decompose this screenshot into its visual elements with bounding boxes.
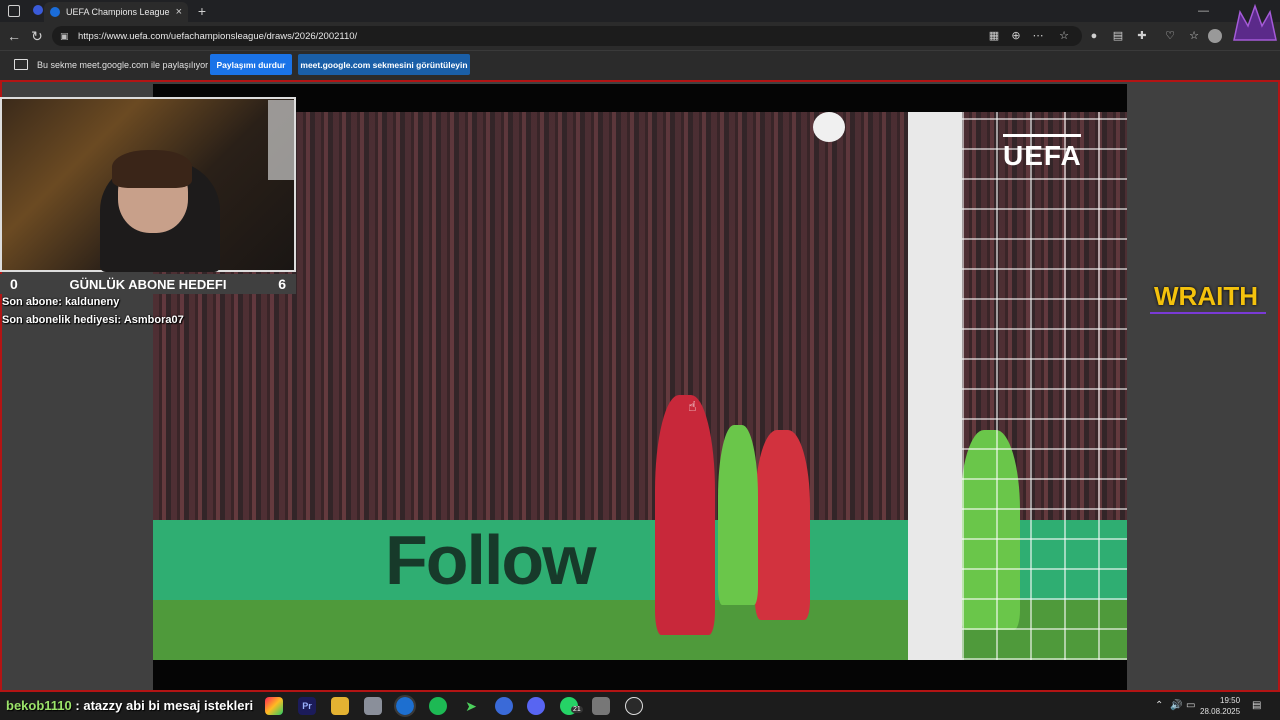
chat-username: bekob1110 [6,698,72,713]
spotify-icon[interactable] [429,697,447,715]
url-text[interactable]: https://www.uefa.com/uefachampionsleague… [78,31,357,42]
player-red-2 [755,430,810,620]
address-bar[interactable]: ▣ https://www.uefa.com/uefachampionsleag… [52,26,1082,46]
edge-icon[interactable] [394,695,416,717]
tray-chevron-icon[interactable]: ⌃ [1155,700,1163,711]
lock-icon: ▣ [60,31,69,41]
notifications-icon[interactable]: ▤ [1252,700,1261,711]
whatsapp-badge: 21 [571,706,583,713]
player-green [718,425,758,605]
obs-icon[interactable] [625,697,643,715]
tab-strip [0,0,1280,22]
extension-icon[interactable]: ▤ [1110,28,1126,44]
advertising-board-text: Follow [385,521,597,599]
sub-goal-bar: 0 GÜNLÜK ABONE HEDEFI 6 [0,274,296,294]
sub-goal-label: GÜNLÜK ABONE HEDEFI [69,276,227,292]
back-arrow-icon[interactable]: ← [6,28,22,44]
sub-goal-target: 6 [278,276,286,292]
streamer-hair [112,150,192,188]
tab-actions-icon[interactable] [8,5,20,17]
close-tab-icon[interactable]: × [176,6,182,18]
last-subscriber: Son abone: kalduneny [2,296,120,308]
streaming-app-icon[interactable]: ➤ [462,697,480,715]
collections-icon[interactable]: ☆ [1186,28,1202,44]
goal-net [962,112,1127,660]
clock-time: 19:50 [1220,696,1241,705]
channel-crown-logo [1233,3,1277,41]
sub-goal-current: 0 [10,276,18,292]
more-tools-icon[interactable]: ⋯ [1030,28,1046,44]
volume-icon[interactable]: 🔊 [1170,700,1182,711]
sponsor-logo: WRAITH [1154,281,1258,311]
extensions-puzzle-icon[interactable]: ✚ [1134,28,1150,44]
app-available-icon[interactable]: ▦ [986,28,1002,44]
reload-icon[interactable]: ↻ [29,28,45,44]
chat-text: : atazzy abi bi mesaj istekleri [75,698,254,713]
stop-sharing-button[interactable]: Paylaşımı durdur [210,54,292,75]
copilot-icon[interactable] [265,697,283,715]
mic-app-icon[interactable] [592,697,610,715]
screen-share-icon [14,59,28,70]
zoom-icon[interactable]: ⊕ [1008,28,1024,44]
player-red [655,395,715,635]
tab-uefa[interactable]: UEFA Champions League: Le × [44,2,188,22]
system-clock[interactable]: 19:50 28.08.2025 [1200,695,1240,717]
network-icon[interactable]: ▭ [1186,700,1195,711]
discord-icon[interactable] [527,697,545,715]
football-icon [813,112,845,142]
obs-app-icon[interactable] [495,697,513,715]
mouse-cursor-icon: ☝ [688,398,697,414]
new-tab-button[interactable]: + [194,2,210,20]
uefa-logo-bar [1003,134,1081,137]
app-icon[interactable] [364,697,382,715]
browser-essentials-icon[interactable]: ♡ [1162,28,1178,44]
workspace-icon[interactable] [33,5,43,15]
goal-post [908,112,962,660]
file-explorer-icon[interactable] [331,697,349,715]
share-message: Bu sekme meet.google.com ile paylaşılıyo… [37,60,209,70]
minimize-icon[interactable]: — [1198,3,1209,19]
extension-blue-icon[interactable]: ● [1086,28,1102,44]
favorite-star-icon[interactable]: ☆ [1056,28,1072,44]
uefa-favicon-icon [50,7,60,17]
tab-title: UEFA Champions League: Le [66,7,170,17]
premiere-pro-icon[interactable]: Pr [298,697,316,715]
sponsor-underline [1150,312,1266,314]
clock-date: 28.08.2025 [1200,707,1241,716]
microphone-icon [268,100,294,180]
profile-avatar[interactable] [1208,29,1222,43]
uefa-logo: UEFA [1003,140,1082,171]
view-meet-tab-button[interactable]: meet.google.com sekmesini görüntüleyin [298,54,470,75]
chat-message: bekob1110 : atazzy abi bi mesaj istekler… [6,698,253,713]
last-gift-sub: Son abonelik hediyesi: Asmbora07 [2,314,184,326]
